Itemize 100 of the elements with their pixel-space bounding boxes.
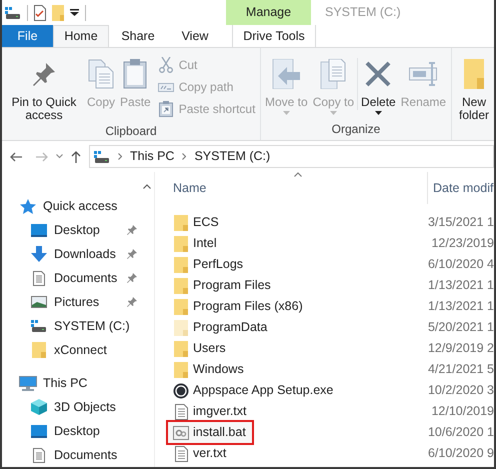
manage-label: Manage (226, 0, 311, 25)
date-cell-text: 12/9/2019 2 (426, 340, 494, 358)
window-title: SYSTEM (C:) (324, 4, 401, 21)
ribbon-button[interactable]: Delete (359, 54, 398, 120)
folder-icon (174, 256, 188, 272)
nav-item[interactable]: Pictures (30, 292, 127, 312)
dropdown-icon[interactable] (70, 8, 79, 16)
group-label: Organize (330, 121, 382, 138)
date-cell-text: 6/10/2020 9 (426, 445, 494, 462)
caret-icon (330, 111, 337, 115)
file-name-cell[interactable]: Users (168, 338, 232, 359)
folder-icon (174, 340, 188, 356)
date-cell-text: 6/10/2020 4 (426, 256, 494, 274)
file-name-cell[interactable]: install.bat (168, 422, 252, 443)
breadcrumb[interactable]: SYSTEM (C:) (194, 147, 270, 166)
ribbon-tab[interactable]: Home (53, 25, 109, 47)
x-icon (365, 61, 392, 87)
folder-icon (174, 320, 188, 336)
pin-icon[interactable] (127, 297, 137, 307)
path-icon (158, 82, 174, 92)
column-header[interactable]: Name (173, 172, 427, 204)
date-cell-text: 12/10/2019 (430, 403, 494, 420)
date-cell-text: 3/15/2021 1 (426, 214, 494, 232)
file-name-cell[interactable]: ver.txt (168, 443, 232, 464)
file-name-cell[interactable]: Program Files (x86) (168, 296, 309, 317)
caret-icon (282, 111, 290, 115)
nav-item[interactable]: Desktop (30, 220, 127, 240)
folder-icon (32, 342, 46, 358)
monitor-icon (31, 424, 47, 438)
ribbon-tab[interactable]: Drive Tools (232, 25, 316, 47)
checklist-icon[interactable] (34, 4, 46, 20)
monitor-icon (31, 224, 47, 236)
date-cell-text: 5/20/2021 1 (426, 319, 494, 336)
document-icon (33, 270, 45, 286)
caret-icon (374, 111, 382, 115)
picture-icon (31, 296, 47, 308)
nav-item[interactable]: This PC (19, 374, 137, 392)
nav-item[interactable]: SYSTEM (C:) (30, 316, 137, 336)
pin-icon[interactable] (127, 249, 137, 259)
new-folder-button[interactable]: New folder (454, 54, 494, 140)
file-name-cell[interactable]: Windows (168, 359, 250, 380)
file-name-cell[interactable]: ECS (168, 212, 225, 233)
monitor-icon (19, 376, 37, 390)
date-cell-text: 1/13/2021 1 (426, 298, 494, 316)
nav-item[interactable]: 3D Objects (30, 398, 137, 416)
address-bar[interactable]: This PC SYSTEM (C:) (89, 145, 494, 168)
file-name-cell[interactable]: Program Files (168, 275, 277, 296)
nav-item[interactable]: xConnect (30, 340, 137, 360)
folder-icon (174, 236, 188, 252)
nav-item[interactable]: Documents (30, 268, 127, 288)
drive-icon (31, 320, 47, 332)
pin-icon[interactable] (127, 225, 137, 235)
drive-icon (94, 150, 110, 162)
nav-item[interactable]: Quick access (19, 196, 137, 216)
sort-caret-icon (294, 172, 302, 177)
date-cell-text: 4/21/2021 5 (426, 361, 494, 378)
file-name-cell[interactable]: Appspace App Setup.exe (168, 380, 340, 401)
copy-to-icon (320, 59, 346, 89)
drive-icon[interactable] (5, 6, 21, 18)
date-cell-text: 12/23/2019 (430, 235, 494, 252)
nav-item[interactable]: Downloads (30, 244, 127, 264)
copy-icon (88, 59, 114, 89)
file-name-cell[interactable]: PerfLogs (168, 254, 250, 275)
ribbon-tab[interactable]: File (2, 25, 53, 47)
nav-item[interactable]: Desktop (30, 422, 137, 440)
file-name-cell[interactable]: Intel (168, 233, 223, 254)
file-name-cell[interactable]: imgver.txt (168, 401, 252, 422)
disc-icon (173, 382, 189, 398)
file-name-cell[interactable]: ProgramData (168, 317, 274, 338)
text-file-icon (174, 404, 188, 420)
date-cell-text: 10/6/2020 1 (426, 424, 494, 442)
scissors-icon (158, 57, 173, 73)
chevron-right-icon (118, 153, 122, 160)
scroll-up-icon[interactable] (142, 184, 150, 189)
cube-icon (31, 399, 47, 415)
document-icon (33, 448, 45, 462)
date-cell-text: 1/13/2021 1 (426, 277, 494, 294)
clipboard-icon (123, 59, 148, 89)
folder-icon (174, 214, 188, 230)
pin-icon[interactable] (127, 273, 137, 283)
down-arrow-icon (31, 246, 47, 262)
breadcrumb[interactable]: This PC (130, 147, 174, 166)
folder-icon (174, 298, 188, 314)
folder-icon (174, 278, 188, 294)
nav-item[interactable]: Documents (30, 446, 137, 464)
forward-arrow-icon[interactable] (36, 152, 48, 162)
up-arrow-icon[interactable] (71, 150, 81, 162)
group-label: Clipboard (104, 123, 158, 140)
back-arrow-icon[interactable] (10, 152, 22, 162)
star-icon (20, 198, 36, 214)
folder-icon (464, 59, 484, 89)
chevron-down-icon[interactable] (56, 154, 63, 159)
chevron-right-icon (182, 153, 186, 160)
column-header[interactable]: Date modif (427, 172, 494, 204)
date-cell-text: 10/2/2020 3 (426, 382, 494, 400)
move-icon (272, 59, 300, 89)
ribbon-button[interactable]: Pin to Quick access (4, 54, 84, 122)
rename-icon (409, 62, 438, 86)
folder-icon[interactable] (52, 4, 64, 20)
text-file-icon (174, 446, 188, 462)
